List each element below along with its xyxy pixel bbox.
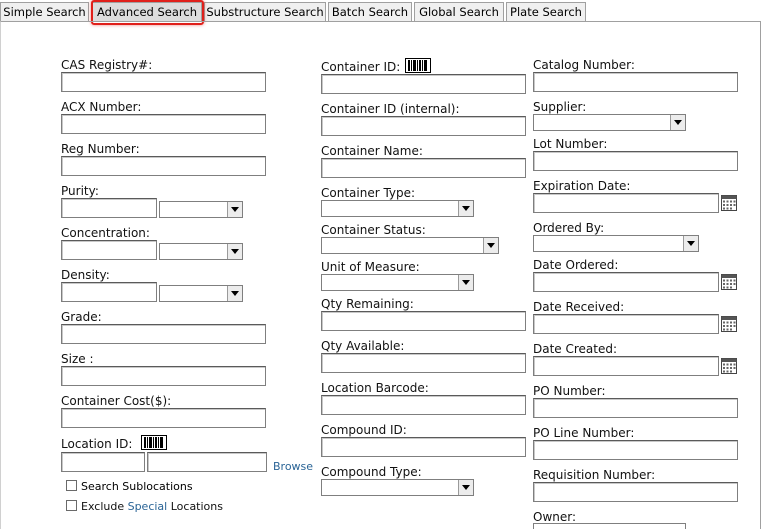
exclude-special-label: Exclude Special Locations: [81, 501, 223, 513]
expiration-date-label: Expiration Date:: [533, 179, 631, 193]
chevron-down-icon: [458, 201, 473, 216]
reg-number-input[interactable]: [61, 156, 266, 176]
compound-type-label: Compound Type:: [321, 465, 422, 479]
lot-number-input[interactable]: [533, 151, 738, 171]
density-input[interactable]: [61, 282, 157, 302]
date-created-label: Date Created:: [533, 342, 618, 356]
container-type-select[interactable]: [321, 200, 474, 217]
concentration-input[interactable]: [61, 240, 157, 260]
grade-label: Grade:: [61, 310, 102, 324]
acx-number-input[interactable]: [61, 114, 266, 134]
qty-available-label: Qty Available:: [321, 339, 405, 353]
chevron-down-icon: [483, 238, 498, 253]
compound-id-input[interactable]: [321, 437, 526, 457]
po-number-label: PO Number:: [533, 384, 606, 398]
catalog-number-input[interactable]: [533, 72, 738, 92]
search-sublocations-label: Search Sublocations: [81, 480, 193, 493]
density-unit-select[interactable]: [159, 285, 243, 302]
po-line-number-label: PO Line Number:: [533, 426, 635, 440]
exclude-prefix: Exclude: [81, 500, 128, 513]
concentration-label: Concentration:: [61, 226, 150, 240]
exclude-special-checkbox[interactable]: [66, 500, 77, 511]
tab-batch-search[interactable]: Batch Search: [328, 2, 412, 21]
compound-id-label: Compound ID:: [321, 423, 407, 437]
barcode-icon[interactable]: [141, 435, 167, 450]
search-tabs: Simple Search Advanced Search Substructu…: [0, 0, 761, 25]
grade-input[interactable]: [61, 324, 266, 344]
catalog-number-label: Catalog Number:: [533, 58, 635, 72]
requisition-number-input[interactable]: [533, 482, 738, 502]
size-input[interactable]: [61, 366, 266, 386]
special-locations-link[interactable]: Special: [128, 500, 168, 513]
qty-available-input[interactable]: [321, 353, 526, 373]
container-id-internal-label: Container ID (internal):: [321, 102, 460, 116]
density-label: Density:: [61, 268, 110, 282]
concentration-unit-select[interactable]: [159, 243, 243, 260]
owner-select[interactable]: [533, 523, 686, 529]
chevron-down-icon: [227, 244, 242, 259]
purity-operator-select[interactable]: [159, 201, 243, 218]
container-status-select[interactable]: [321, 237, 499, 254]
tab-plate-search[interactable]: Plate Search: [506, 2, 586, 21]
calendar-icon[interactable]: [721, 274, 737, 290]
location-barcode-label: Location Barcode:: [321, 381, 429, 395]
chevron-down-icon: [227, 286, 242, 301]
date-received-label: Date Received:: [533, 300, 625, 314]
purity-label: Purity:: [61, 184, 99, 198]
location-id-label: Location ID:: [61, 437, 133, 451]
purity-input[interactable]: [61, 198, 157, 218]
location-name-input[interactable]: [147, 452, 267, 472]
cas-registry-input[interactable]: [61, 72, 266, 92]
container-id-input[interactable]: [321, 74, 526, 94]
date-created-input[interactable]: [533, 356, 719, 376]
location-barcode-input[interactable]: [321, 395, 526, 415]
owner-label: Owner:: [533, 510, 577, 524]
unit-of-measure-label: Unit of Measure:: [321, 260, 420, 274]
chevron-down-icon: [683, 236, 698, 251]
tab-global-search[interactable]: Global Search: [414, 2, 504, 21]
date-ordered-input[interactable]: [533, 272, 719, 292]
container-status-label: Container Status:: [321, 223, 426, 237]
chevron-down-icon: [458, 275, 473, 290]
location-id-input[interactable]: [61, 452, 145, 472]
lot-number-label: Lot Number:: [533, 137, 608, 151]
ordered-by-label: Ordered By:: [533, 221, 605, 235]
compound-type-select[interactable]: [321, 479, 474, 496]
supplier-label: Supplier:: [533, 100, 587, 114]
container-name-label: Container Name:: [321, 144, 423, 158]
size-label: Size :: [61, 352, 94, 366]
barcode-icon[interactable]: [405, 58, 431, 73]
browse-link[interactable]: Browse: [273, 460, 313, 474]
search-sublocations-checkbox[interactable]: [66, 480, 77, 491]
cas-registry-label: CAS Registry#:: [61, 58, 153, 72]
po-number-input[interactable]: [533, 398, 738, 418]
tab-substructure-search[interactable]: Substructure Search: [204, 2, 326, 21]
container-name-input[interactable]: [321, 158, 526, 178]
acx-number-label: ACX Number:: [61, 100, 142, 114]
ordered-by-select[interactable]: [533, 235, 699, 252]
exclude-suffix: Locations: [167, 500, 223, 513]
container-cost-label: Container Cost($):: [61, 394, 172, 408]
expiration-date-input[interactable]: [533, 193, 719, 213]
container-id-label: Container ID:: [321, 60, 401, 74]
reg-number-label: Reg Number:: [61, 142, 140, 156]
calendar-icon[interactable]: [721, 358, 737, 374]
qty-remaining-input[interactable]: [321, 311, 526, 331]
date-ordered-label: Date Ordered:: [533, 258, 619, 272]
calendar-icon[interactable]: [721, 316, 737, 332]
date-received-input[interactable]: [533, 314, 719, 334]
tab-simple-search[interactable]: Simple Search: [0, 2, 89, 21]
chevron-down-icon: [227, 202, 242, 217]
po-line-number-input[interactable]: [533, 440, 738, 460]
requisition-number-label: Requisition Number:: [533, 468, 656, 482]
chevron-down-icon: [458, 480, 473, 495]
qty-remaining-label: Qty Remaining:: [321, 297, 414, 311]
container-id-internal-input[interactable]: [321, 116, 526, 136]
unit-of-measure-select[interactable]: [321, 274, 474, 291]
container-type-label: Container Type:: [321, 186, 416, 200]
calendar-icon[interactable]: [721, 195, 737, 211]
chevron-down-icon: [670, 115, 685, 130]
container-cost-input[interactable]: [61, 408, 266, 428]
supplier-select[interactable]: [533, 114, 686, 131]
